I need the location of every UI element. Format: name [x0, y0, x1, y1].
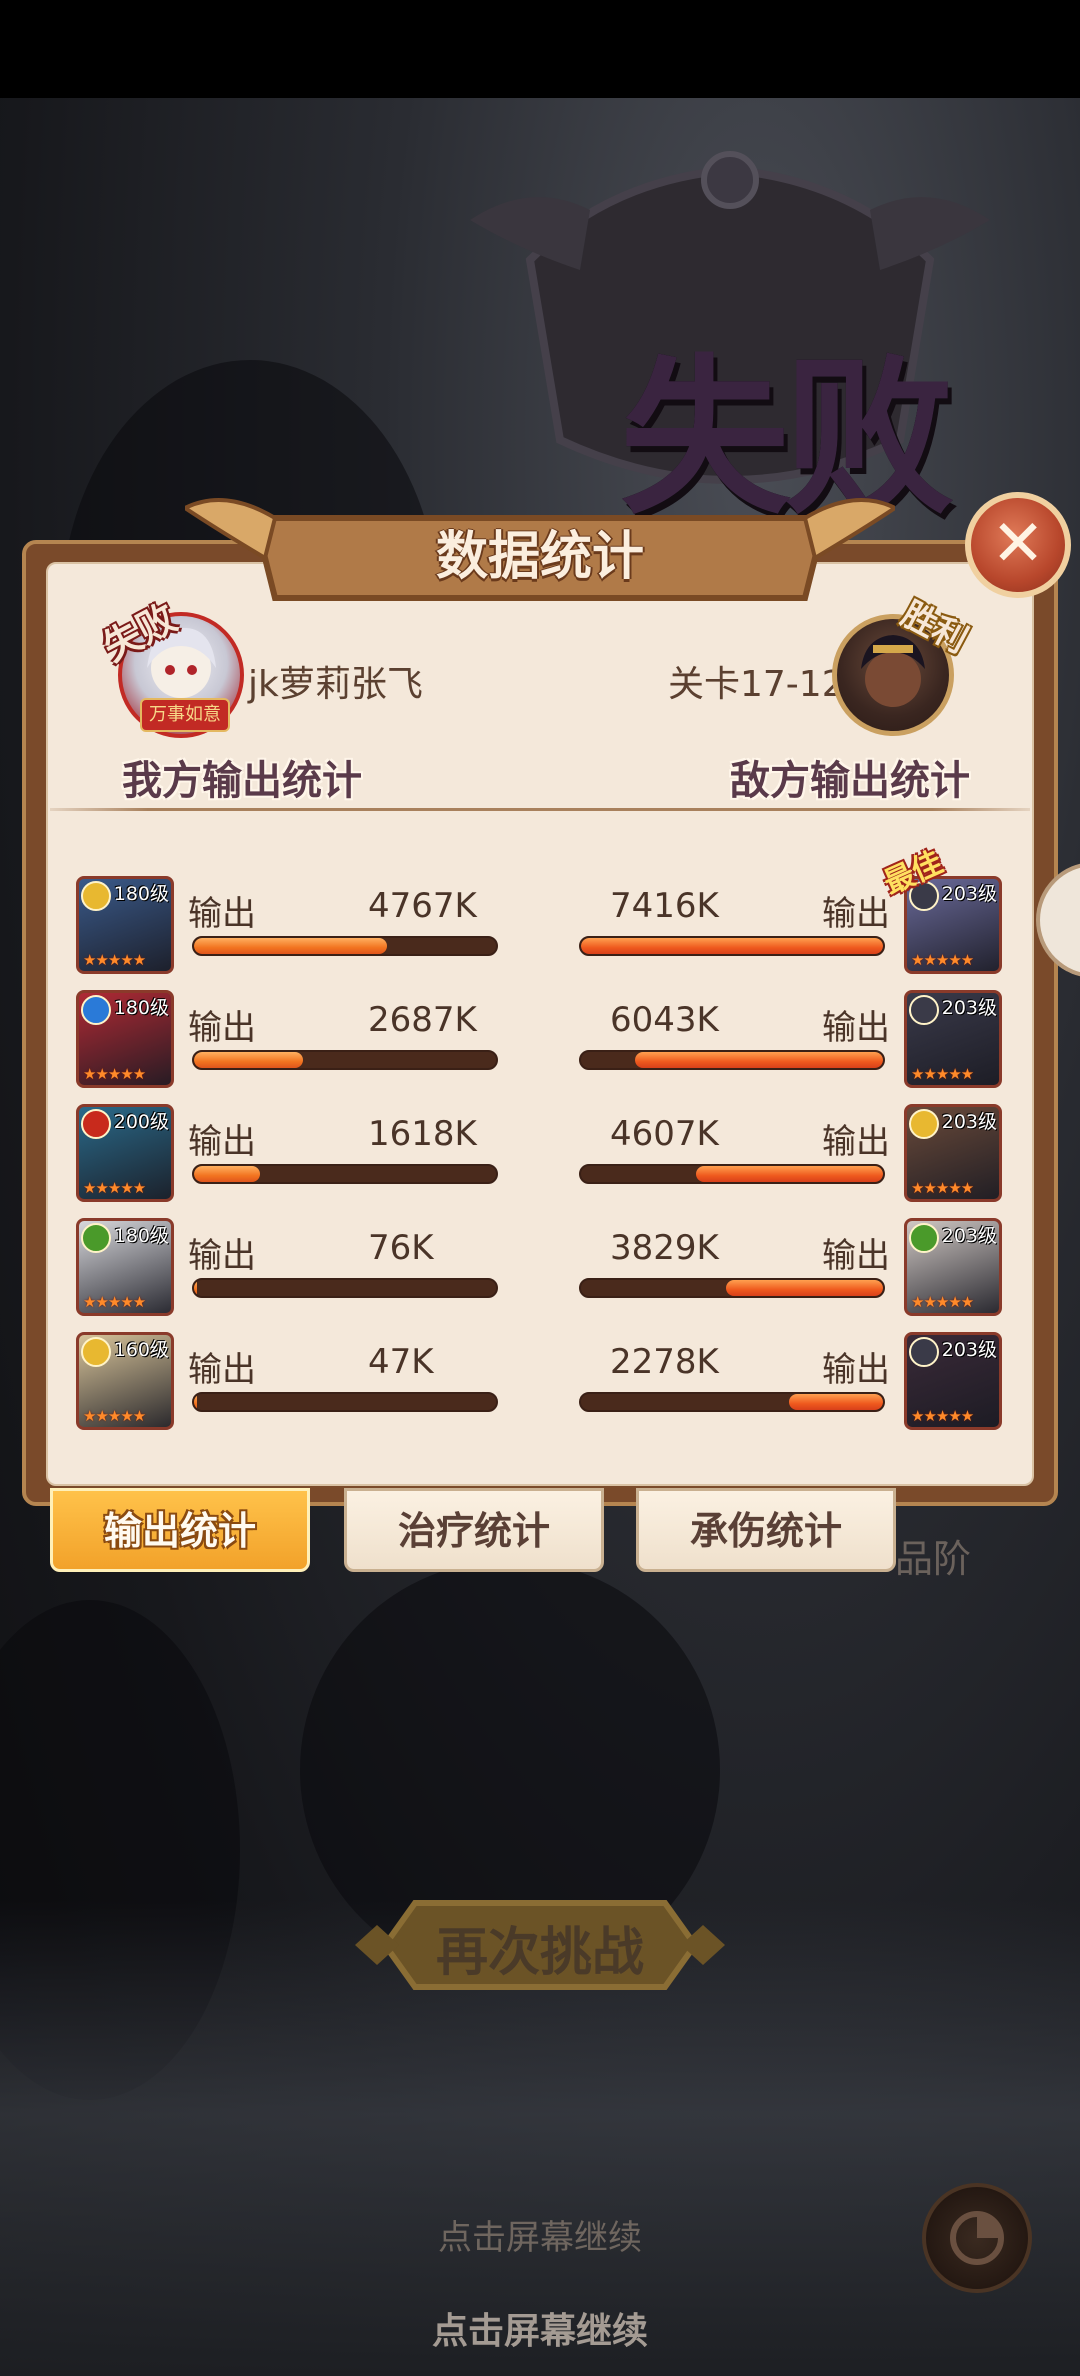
wind-icon [81, 1223, 111, 1253]
dark-icon [909, 995, 939, 1025]
enemy-hero-level: 203级 [941, 1339, 997, 1361]
enemy-hero-stars: ★★★★★ [911, 1065, 974, 1083]
enemy-hero-card[interactable]: 203级 ★★★★★ [904, 1104, 1002, 1202]
dark-icon [909, 1337, 939, 1367]
ally-damage-fill [194, 938, 388, 954]
tab-damage-taken[interactable]: 承伤统计 [636, 1488, 896, 1572]
enemy-hero-stars: ★★★★★ [911, 951, 974, 969]
pie-chart-icon [950, 2211, 1004, 2265]
ally-hero-stars: ★★★★★ [83, 951, 146, 969]
enemy-hero-stars: ★★★★★ [911, 1293, 974, 1311]
tap-to-continue-hint-dim: 点击屏幕继续 [438, 2218, 642, 2258]
tab-output[interactable]: 输出统计 [50, 1488, 310, 1572]
ally-damage-bar [192, 1164, 498, 1184]
enemy-hero-level: 203级 [941, 883, 997, 905]
ally-damage-value: 47K [368, 1342, 434, 1382]
tab-healing[interactable]: 治疗统计 [344, 1488, 604, 1572]
ally-damage-bar [192, 936, 498, 956]
fire-icon [81, 1109, 111, 1139]
status-bar [0, 0, 1080, 98]
ally-hero-card[interactable]: 160级 ★★★★★ [76, 1332, 174, 1430]
ally-hero-card[interactable]: 200级 ★★★★★ [76, 1104, 174, 1202]
ally-hero-stars: ★★★★★ [83, 1179, 146, 1197]
ally-damage-value: 4767K [368, 886, 477, 926]
enemy-hero-card[interactable]: 203级 ★★★★★ [904, 1218, 1002, 1316]
quality-hint: 品阶 [895, 1537, 972, 1581]
enemy-damage-fill [725, 1280, 883, 1296]
ally-hero-card[interactable]: 180级 ★★★★★ [76, 876, 174, 974]
panel-title: 数据统计 [435, 527, 644, 587]
enemy-damage-fill [635, 1052, 883, 1068]
stats-round-button[interactable] [922, 2183, 1032, 2293]
ally-stat-label: 输出 [188, 1350, 256, 1390]
ally-hero-stars: ★★★★★ [83, 1407, 146, 1425]
water-icon [81, 995, 111, 1025]
enemy-damage-value: 4607K [610, 1114, 719, 1154]
enemy-stat-label: 输出 [822, 1350, 890, 1390]
ally-hero-stars: ★★★★★ [83, 1293, 146, 1311]
enemy-damage-bar [579, 1278, 885, 1298]
ally-hero-level: 180级 [113, 1225, 169, 1247]
enemy-damage-value: 6043K [610, 1000, 719, 1040]
enemy-stat-label: 输出 [822, 1122, 890, 1162]
enemy-damage-fill [789, 1394, 883, 1410]
ally-hero-level: 200级 [113, 1111, 169, 1133]
ally-damage-value: 2687K [368, 1000, 477, 1040]
gold-icon [909, 1109, 939, 1139]
ally-hero-level: 180级 [113, 997, 169, 1019]
enemy-output-heading: 敌方输出统计 [730, 758, 970, 804]
ally-damage-fill [194, 1166, 261, 1182]
header-divider [50, 808, 1030, 811]
gold-icon [81, 1337, 111, 1367]
wind-icon [909, 1223, 939, 1253]
ally-stat-label: 输出 [188, 1122, 256, 1162]
enemy-damage-bar [579, 1050, 885, 1070]
enemy-damage-bar [579, 1392, 885, 1412]
ally-stat-label: 输出 [188, 894, 256, 934]
ally-damage-bar [192, 1392, 498, 1412]
ally-damage-fill [194, 1052, 303, 1068]
enemy-damage-bar [579, 936, 885, 956]
close-icon: ✕ [991, 507, 1045, 581]
enemy-stat-label: 输出 [822, 1008, 890, 1048]
enemy-stat-label: 输出 [822, 894, 890, 934]
ally-stat-label: 输出 [188, 1008, 256, 1048]
ally-hero-level: 180级 [113, 883, 169, 905]
ally-hero-card[interactable]: 180级 ★★★★★ [76, 990, 174, 1088]
ally-damage-fill [194, 1394, 198, 1410]
ally-hero-stars: ★★★★★ [83, 1065, 146, 1083]
enemy-damage-value: 7416K [610, 886, 719, 926]
ally-damage-value: 76K [368, 1228, 434, 1268]
enemy-hero-stars: ★★★★★ [911, 1407, 974, 1425]
ally-damage-bar [192, 1278, 498, 1298]
enemy-damage-value: 2278K [610, 1342, 719, 1382]
enemy-damage-fill [695, 1166, 883, 1182]
enemy-damage-bar [579, 1164, 885, 1184]
ally-hero-card[interactable]: 180级 ★★★★★ [76, 1218, 174, 1316]
ally-damage-fill [194, 1280, 198, 1296]
player-name: jk萝莉张飞 [248, 664, 423, 705]
enemy-hero-stars: ★★★★★ [911, 1179, 974, 1197]
close-button[interactable]: ✕ [965, 492, 1071, 598]
enemy-hero-level: 203级 [941, 1225, 997, 1247]
retry-button[interactable]: 再次挑战 [355, 1910, 725, 1985]
enemy-hero-card[interactable]: 203级 ★★★★★ [904, 1332, 1002, 1430]
ally-output-heading: 我方输出统计 [122, 758, 362, 804]
enemy-hero-level: 203级 [941, 997, 997, 1019]
ally-damage-value: 1618K [368, 1114, 477, 1154]
enemy-hero-level: 203级 [941, 1111, 997, 1133]
enemy-stat-label: 输出 [822, 1236, 890, 1276]
enemy-damage-value: 3829K [610, 1228, 719, 1268]
stage-name: 关卡17-12 [668, 664, 845, 705]
ally-damage-bar [192, 1050, 498, 1070]
player-fortune-tag: 万事如意 [140, 698, 230, 732]
gold-icon [81, 881, 111, 911]
enemy-damage-fill [581, 938, 883, 954]
ally-hero-level: 160级 [113, 1339, 169, 1361]
enemy-hero-card[interactable]: 203级 ★★★★★ [904, 990, 1002, 1088]
ally-stat-label: 输出 [188, 1236, 256, 1276]
tap-to-continue-hint[interactable]: 点击屏幕继续 [0, 2302, 1080, 2354]
